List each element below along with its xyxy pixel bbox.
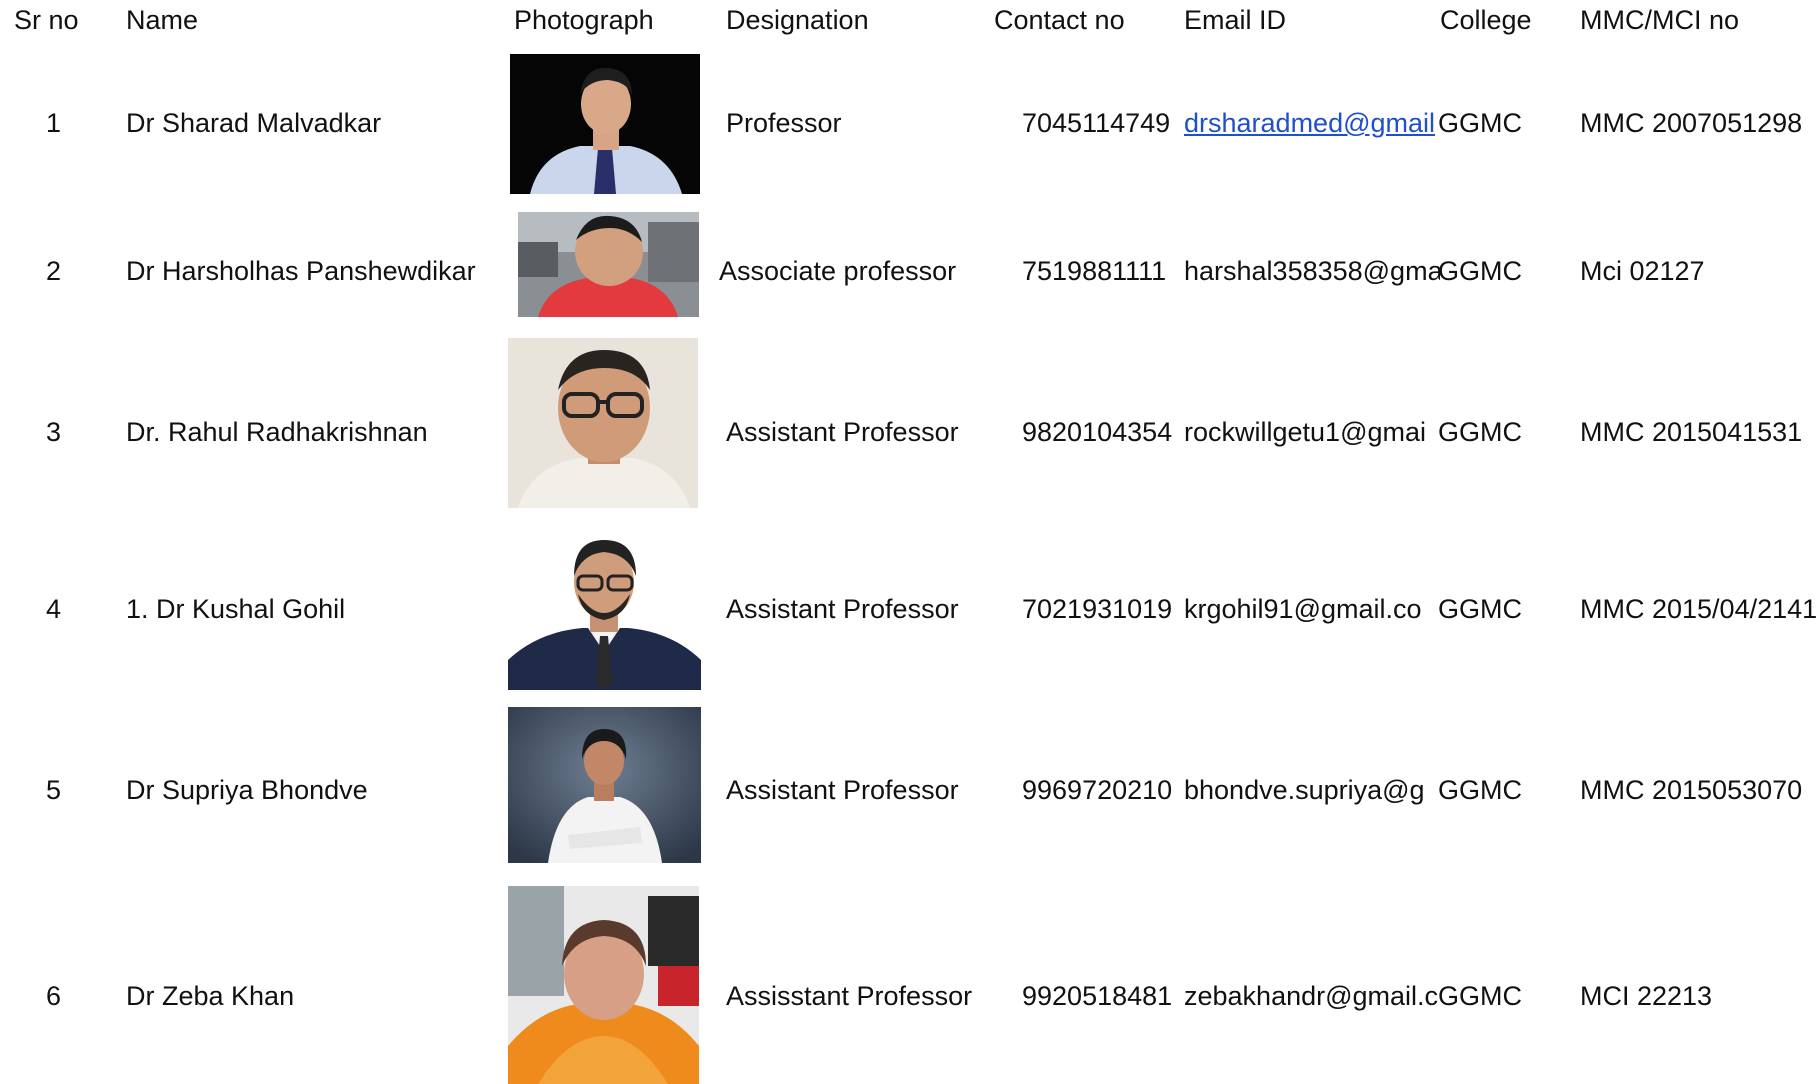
row-1-college: GGMC	[1438, 108, 1522, 138]
row-3-reg: MMC 2015041531	[1580, 417, 1803, 447]
row-1-reg: MMC 2007051298	[1580, 108, 1803, 138]
row-2-designation: Associate professor	[719, 256, 957, 286]
row-4-contact: 7021931019	[1022, 594, 1173, 624]
header-photograph: Photograph	[514, 5, 654, 35]
faculty-table: Sr no Name Photograph Designation Contac…	[0, 0, 1820, 1084]
portrait-photo-icon	[508, 886, 699, 1084]
row-5-designation: Assistant Professor	[726, 775, 959, 805]
row-5-college: GGMC	[1438, 775, 1522, 805]
row-4-college: GGMC	[1438, 594, 1522, 624]
portrait-photo-icon	[510, 54, 700, 194]
row-3-designation: Assistant Professor	[726, 417, 959, 447]
row-6-reg: MCI 22213	[1580, 981, 1713, 1011]
row-4-name: 1. Dr Kushal Gohil	[126, 594, 346, 624]
row-2-college: GGMC	[1438, 256, 1522, 286]
row-2-sr: 2	[46, 256, 62, 286]
row-6-college: GGMC	[1438, 981, 1522, 1011]
row-5-name: Dr Supriya Bhondve	[126, 775, 368, 805]
row-2-contact: 7519881111	[1022, 256, 1167, 286]
row-4-designation: Assistant Professor	[726, 594, 959, 624]
row-2-email: harshal358358@gma	[1184, 256, 1440, 286]
header-contact-no: Contact no	[994, 5, 1125, 35]
portrait-photo-icon	[518, 212, 699, 317]
row-6-name: Dr Zeba Khan	[126, 981, 295, 1011]
row-3-name: Dr. Rahul Radhakrishnan	[126, 417, 428, 447]
row-6-email: zebakhandr@gmail.c	[1184, 981, 1439, 1011]
row-3-sr: 3	[46, 417, 62, 447]
row-5-reg: MMC 2015053070	[1580, 775, 1803, 805]
row-1-email-link[interactable]: drsharadmed@gmail	[1184, 108, 1440, 138]
header-name: Name	[126, 5, 199, 35]
header-sr-no: Sr no	[14, 5, 79, 35]
header-designation: Designation	[726, 5, 869, 35]
row-3-contact: 9820104354	[1022, 417, 1173, 447]
header-email-id: Email ID	[1184, 5, 1287, 35]
row-6-sr: 6	[46, 981, 62, 1011]
row-2-name: Dr Harsholhas Panshewdikar	[126, 256, 476, 286]
row-5-sr: 5	[46, 775, 62, 805]
row-1-sr: 1	[46, 108, 62, 138]
row-5-contact: 9969720210	[1022, 775, 1173, 805]
row-4-sr: 4	[46, 594, 62, 624]
row-3-college: GGMC	[1438, 417, 1522, 447]
portrait-photo-icon	[508, 532, 701, 690]
row-4-email: krgohil91@gmail.co	[1184, 594, 1422, 624]
row-6-designation: Assisstant Professor	[726, 981, 973, 1011]
row-2-reg: Mci 02127	[1580, 256, 1705, 286]
portrait-photo-icon	[508, 707, 701, 863]
row-5-email: bhondve.supriya@g	[1184, 775, 1425, 805]
row-1-name: Dr Sharad Malvadkar	[126, 108, 382, 138]
header-college: College	[1440, 5, 1532, 35]
row-1-designation: Professor	[726, 108, 842, 138]
row-1-contact: 7045114749	[1022, 108, 1171, 138]
portrait-photo-icon	[508, 338, 698, 508]
row-3-email: rockwillgetu1@gmai	[1184, 417, 1426, 447]
header-mmc-mci-no: MMC/MCI no	[1580, 5, 1740, 35]
row-6-contact: 9920518481	[1022, 981, 1173, 1011]
row-4-reg: MMC 2015/04/2141	[1580, 594, 1818, 624]
